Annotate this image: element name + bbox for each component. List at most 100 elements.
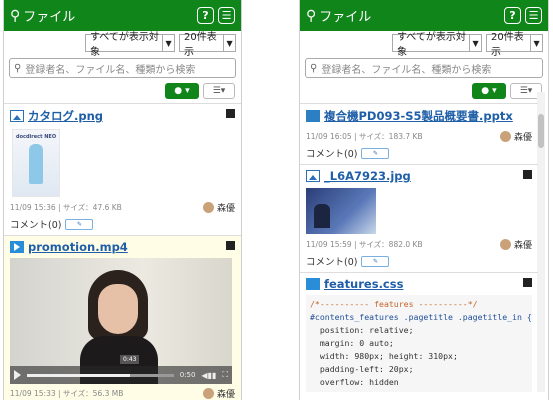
thumbnail-logo-text: docdirect NEO [16, 134, 57, 140]
uploader: 森優 [202, 201, 235, 214]
chevron-down-icon: ▾ [185, 86, 190, 96]
open-external-icon[interactable] [226, 109, 235, 118]
catalog-thumbnail[interactable]: docdirect NEO [12, 129, 60, 197]
filter-bar: すべてが表示対象 ▼ 20件表示 ▼ [300, 31, 548, 58]
left-file-panel: ⚲ ファイル ? ☰ すべてが表示対象 ▼ 20件表示 ▼ ⚲ 登録者名、ファイ… [3, 0, 242, 400]
thumbnail-figure [29, 144, 43, 184]
avatar [202, 388, 214, 399]
list-item: カタログ.png docdirect NEO 11/09 15:36 | サイズ… [4, 103, 241, 235]
file-name-link[interactable]: カタログ.png [28, 108, 103, 124]
file-meta: 11/09 15:36 | サイズ：47.6 KB 森優 [10, 201, 235, 214]
avatar [202, 202, 214, 213]
file-meta: 11/09 15:59 | サイズ：882.0 KB 森優 [306, 238, 532, 251]
search-input[interactable]: ⚲ 登録者名、ファイル名、種類から検索 [305, 58, 543, 78]
action-bar: ● ▾ ☰ ▾ [4, 81, 241, 103]
list-item: features.css /*---------- features -----… [300, 272, 538, 396]
target-select-value: すべてが表示対象 [90, 32, 159, 58]
photo-thumbnail[interactable] [306, 188, 376, 234]
chevron-down-icon: ▼ [162, 35, 174, 51]
chevron-down-icon: ▾ [527, 86, 533, 96]
open-external-icon[interactable] [523, 170, 532, 179]
file-meta-text: 11/09 15:59 | サイズ：882.0 KB [306, 240, 423, 249]
menu-icon[interactable]: ☰ [525, 7, 542, 24]
uploader-name: 森優 [216, 204, 235, 214]
uploader-name: 森優 [513, 241, 532, 251]
chevron-down-icon: ▾ [492, 86, 497, 96]
chevron-down-icon: ▼ [223, 35, 235, 51]
scrollbar[interactable] [537, 92, 545, 392]
comment-count: コメント(0) [306, 149, 358, 160]
comment-button[interactable]: ✎ [361, 147, 390, 159]
uploader: 森優 [499, 130, 532, 143]
code-line: /*---------- features ----------*/ [310, 299, 478, 309]
panel-title: ファイル [23, 10, 76, 25]
seek-bar-progress [27, 373, 130, 377]
document-file-icon [306, 110, 320, 122]
list-item: 複合機PD093-S5製品概要書.pptx 11/09 16:05 | サイズ：… [300, 103, 538, 164]
view-toggle-button[interactable]: ☰ ▾ [203, 83, 235, 99]
search-icon: ⚲ [14, 62, 22, 74]
volume-icon[interactable]: ◀▮▮ [201, 371, 216, 380]
action-bar: ● ▾ ☰ ▾ [300, 81, 548, 103]
right-file-panel: ⚲ ファイル ? ☰ すべてが表示対象 ▼ 20件表示 ▼ ⚲ 登録者名、ファイ… [299, 0, 549, 400]
count-select[interactable]: 20件表示 ▼ [179, 32, 236, 58]
user-filter-button[interactable]: ● ▾ [165, 83, 199, 99]
code-line: margin: 0 auto; [310, 338, 394, 348]
chevron-down-icon: ▼ [530, 35, 542, 51]
file-meta: 11/09 15:33 | サイズ：56.3 MB 森優 [10, 387, 235, 400]
uploader: 森優 [499, 238, 532, 251]
code-line: #contents_features .pagetitle .pagetitle… [310, 312, 532, 322]
count-select-value: 20件表示 [184, 32, 217, 58]
uploader-name: 森優 [513, 133, 532, 143]
user-filter-button[interactable]: ● ▾ [472, 83, 506, 99]
code-line: padding-left: 20px; [310, 364, 414, 374]
code-line: width: 980px; height: 310px; [310, 351, 458, 361]
search-placeholder: 登録者名、ファイル名、種類から検索 [321, 64, 492, 76]
search-input[interactable]: ⚲ 登録者名、ファイル名、種類から検索 [9, 58, 236, 78]
list-item: promotion.mp4 0:43 0:50 ◀▮▮ ⛶ 11/09 15:3… [4, 235, 241, 400]
panel-titlebar: ⚲ ファイル ? ☰ [300, 0, 548, 31]
search-placeholder: 登録者名、ファイル名、種類から検索 [25, 64, 196, 76]
image-file-icon [306, 170, 320, 182]
file-meta: 11/09 16:05 | サイズ：183.7 KB 森優 [306, 130, 532, 143]
file-name-link[interactable]: promotion.mp4 [28, 240, 128, 254]
menu-icon[interactable]: ☰ [218, 7, 235, 24]
video-controls: 0:50 ◀▮▮ ⛶ [10, 366, 232, 384]
count-select[interactable]: 20件表示 ▼ [486, 32, 543, 58]
css-file-icon [306, 278, 320, 290]
open-external-icon[interactable] [523, 278, 532, 287]
file-name-link[interactable]: features.css [324, 277, 403, 291]
comment-row: コメント(0) ✎ [306, 146, 532, 160]
uploader: 森優 [202, 387, 235, 400]
file-name-link[interactable]: 複合機PD093-S5製品概要書.pptx [324, 108, 513, 124]
comment-count: コメント(0) [306, 257, 358, 268]
target-select[interactable]: すべてが表示対象 ▼ [392, 32, 482, 58]
file-meta-text: 11/09 15:33 | サイズ：56.3 MB [10, 389, 124, 398]
seek-time-tooltip: 0:43 [120, 355, 140, 364]
paperclip-icon: ⚲ [10, 7, 21, 24]
video-player[interactable]: 0:43 0:50 ◀▮▮ ⛶ [10, 258, 232, 384]
comment-button[interactable]: ✎ [361, 255, 390, 267]
fullscreen-icon[interactable]: ⛶ [222, 370, 228, 380]
play-icon[interactable] [14, 370, 21, 380]
code-line: position: relative; [310, 325, 414, 335]
help-icon[interactable]: ? [504, 7, 521, 24]
file-name-link[interactable]: _L6A7923.jpg [324, 169, 411, 183]
user-icon: ● [481, 86, 490, 96]
scrollbar-thumb[interactable] [538, 114, 544, 148]
avatar [499, 131, 511, 142]
current-time: 0:50 [179, 371, 196, 379]
target-select[interactable]: すべてが表示対象 ▼ [85, 32, 175, 58]
code-line: overflow: hidden [310, 377, 399, 387]
chevron-down-icon: ▼ [469, 35, 481, 51]
chevron-down-icon: ▾ [220, 86, 226, 96]
uploader-name: 森優 [216, 390, 235, 400]
list-icon: ☰ [519, 86, 528, 96]
search-icon: ⚲ [310, 62, 318, 74]
open-external-icon[interactable] [226, 241, 235, 250]
seek-bar[interactable] [27, 373, 174, 377]
filter-bar: すべてが表示対象 ▼ 20件表示 ▼ [4, 31, 241, 58]
comment-button[interactable]: ✎ [65, 218, 94, 230]
help-icon[interactable]: ? [197, 7, 214, 24]
list-item: _L6A7923.jpg 11/09 15:59 | サイズ：882.0 KB … [300, 164, 538, 272]
